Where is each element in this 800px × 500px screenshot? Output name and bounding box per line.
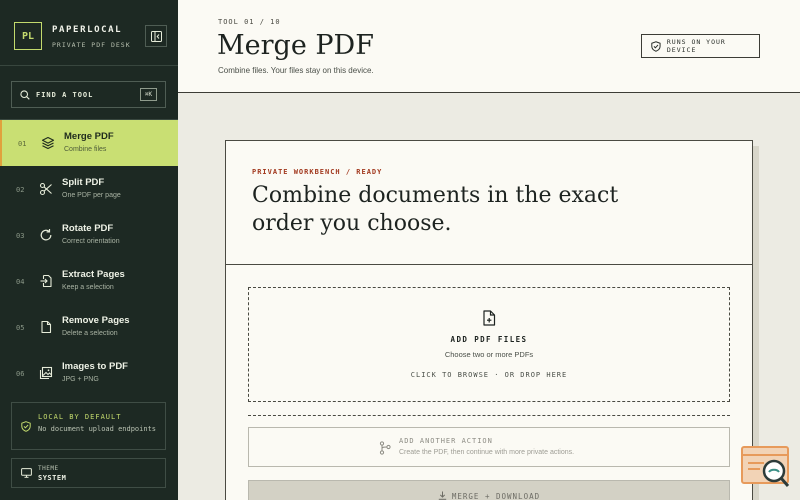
nav-item-title: Remove Pages — [62, 315, 130, 326]
brand-name: PAPERLOCAL — [52, 25, 123, 35]
sidebar-item-rotate-pdf[interactable]: 03 Rotate PDF Correct orientation — [0, 212, 178, 258]
shield-check-icon — [21, 421, 31, 432]
file-plus-icon — [483, 310, 496, 326]
nav-item-number: 04 — [16, 278, 25, 286]
sidebar-item-remove-pages[interactable]: 05 Remove Pages Delete a selection — [0, 304, 178, 350]
sidebar-divider — [0, 65, 178, 66]
nav-item-subtitle: Delete a selection — [62, 330, 118, 337]
monitor-icon — [21, 468, 32, 478]
nav-item-title: Extract Pages — [62, 269, 125, 280]
page-header: TOOL 01 / 10 Merge PDF Combine files. Yo… — [178, 0, 800, 93]
workbench-card: PRIVATE WORKBENCH / READY Combine docume… — [225, 140, 753, 500]
shield-icon — [651, 40, 661, 52]
local-title: LOCAL BY DEFAULT — [38, 413, 122, 421]
help-widget-button[interactable] — [740, 445, 792, 491]
sidebar-collapse-icon — [150, 30, 162, 42]
download-icon — [438, 491, 447, 500]
add-another-action-button[interactable]: ADD ANOTHER ACTION Create the PDF, then … — [248, 427, 730, 467]
scissors-icon — [39, 182, 52, 196]
tool-counter: TOOL 01 / 10 — [218, 18, 281, 26]
pdf-drop-zone[interactable]: ADD PDF FILES Choose two or more PDFs CL… — [248, 287, 730, 402]
nav-item-subtitle: Correct orientation — [62, 238, 120, 245]
status-label: PRIVATE WORKBENCH / READY — [252, 168, 383, 176]
nav-item-title: Images to PDF — [62, 361, 128, 372]
nav-item-title: Rotate PDF — [62, 223, 114, 234]
nav-item-title: Split PDF — [62, 177, 105, 188]
runs-on-device-button[interactable]: RUNS ON YOUR DEVICE — [641, 34, 760, 58]
nav-item-number: 06 — [16, 370, 25, 378]
nav-item-number: 05 — [16, 324, 25, 332]
sidebar: PL PAPERLOCAL PRIVATE PDF DESK FIND A TO… — [0, 0, 178, 500]
page-subtitle: Combine files. Your files stay on this d… — [218, 66, 374, 75]
layers-icon — [41, 136, 55, 150]
nav-item-subtitle: Keep a selection — [62, 284, 114, 291]
theme-label: THEME — [38, 465, 59, 472]
nav-item-title: Merge PDF — [64, 131, 114, 142]
merge-download-text: MERGE + DOWNLOAD — [451, 492, 541, 500]
drop-zone-title: ADD PDF FILES — [450, 335, 528, 344]
nav-item-number: 02 — [16, 186, 25, 194]
extract-icon — [40, 274, 52, 288]
add-another-action-subtitle: Create the PDF, then continue with more … — [399, 449, 575, 456]
help-search-icon — [741, 446, 790, 487]
find-tool-button[interactable]: FIND A TOOL ⌘K — [11, 81, 166, 108]
local-by-default-notice: LOCAL BY DEFAULT No document upload endp… — [11, 402, 166, 450]
local-subtitle: No document upload endpoints — [38, 425, 157, 433]
file-icon — [41, 320, 52, 334]
search-icon — [20, 89, 30, 100]
sidebar-item-extract-pages[interactable]: 04 Extract Pages Keep a selection — [0, 258, 178, 304]
runs-on-device-label: RUNS ON YOUR DEVICE — [666, 38, 726, 54]
rotate-icon — [40, 229, 52, 241]
collapse-sidebar-button[interactable] — [145, 25, 167, 47]
card-divider — [226, 264, 752, 265]
merge-download-button[interactable]: MERGE + DOWNLOAD — [248, 480, 730, 500]
images-icon — [39, 366, 53, 380]
nav-item-subtitle: Combine files — [64, 146, 107, 153]
drop-zone-subtitle: Choose two or more PDFs — [444, 350, 534, 359]
merge-download-label: MERGE + DOWNLOAD — [249, 491, 729, 500]
drop-zone-hint: CLICK TO BROWSE · OR DROP HERE — [410, 371, 568, 379]
theme-value: SYSTEM — [38, 474, 67, 482]
find-tool-label: FIND A TOOL — [36, 90, 94, 99]
add-another-action-title: ADD ANOTHER ACTION — [399, 437, 493, 445]
nav-item-number: 01 — [18, 140, 27, 148]
shortcut-badge: ⌘K — [140, 88, 157, 101]
branch-icon — [379, 441, 391, 455]
brand-logo[interactable]: PL — [14, 22, 42, 50]
sidebar-item-merge-pdf[interactable]: 01 Merge PDF Combine files — [0, 120, 178, 166]
brand-subtitle: PRIVATE PDF DESK — [52, 41, 131, 49]
sidebar-item-images-to-pdf[interactable]: 06 Images to PDF JPG + PNG — [0, 350, 178, 396]
theme-toggle[interactable]: THEME SYSTEM — [11, 458, 166, 488]
nav-item-subtitle: One PDF per page — [62, 192, 121, 199]
sidebar-item-split-pdf[interactable]: 02 Split PDF One PDF per page — [0, 166, 178, 212]
page-title: Merge PDF — [217, 30, 374, 61]
dashed-divider — [248, 415, 730, 416]
nav-item-number: 03 — [16, 232, 25, 240]
card-headline: Combine documents in the exact order you… — [252, 183, 619, 236]
nav-item-subtitle: JPG + PNG — [62, 376, 99, 383]
